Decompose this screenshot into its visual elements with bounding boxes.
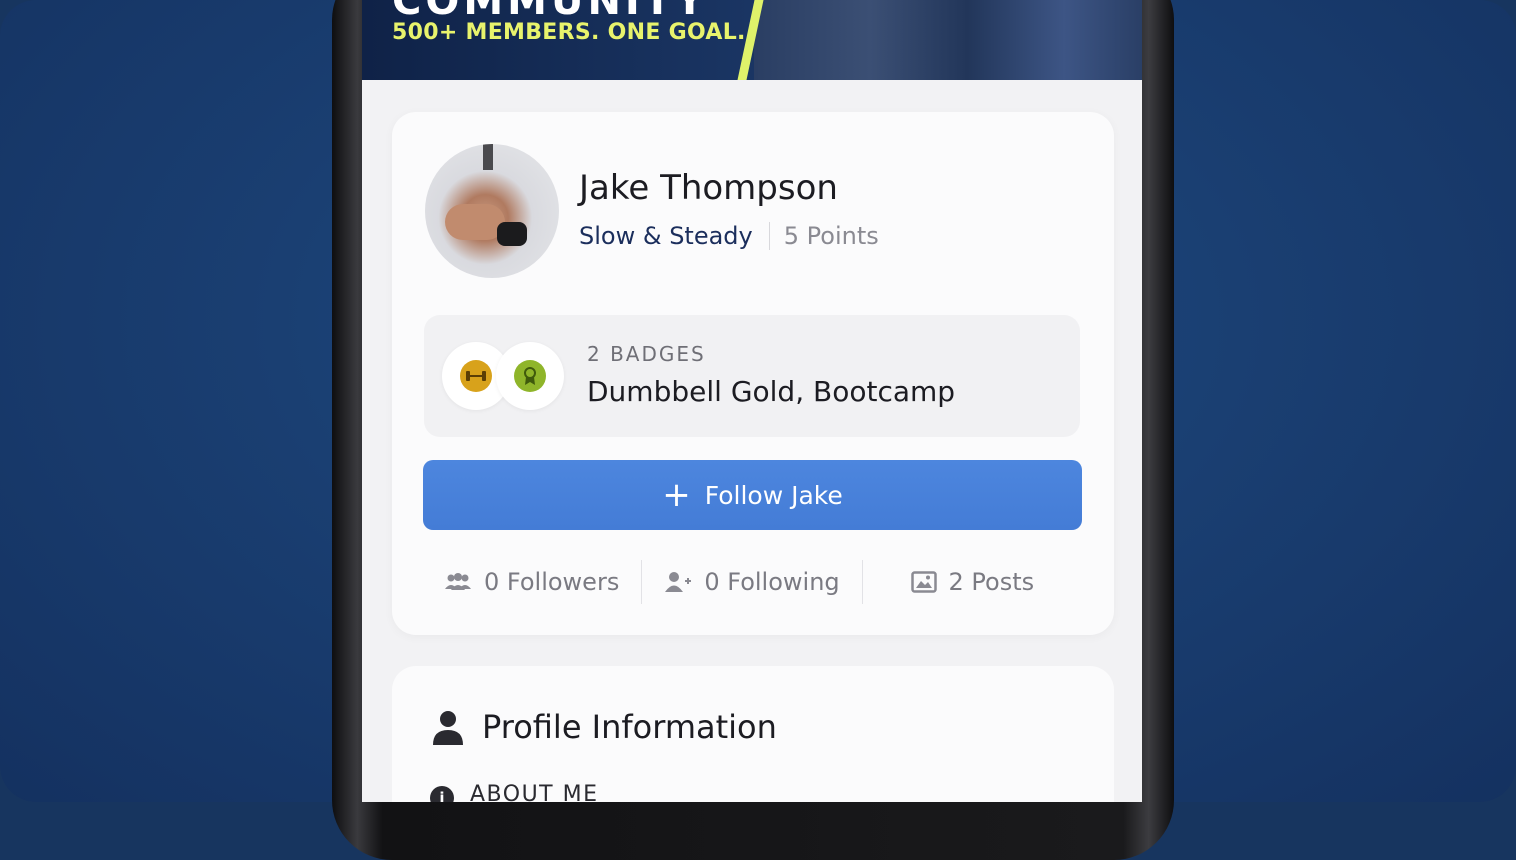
follow-button-label: Follow Jake	[704, 480, 843, 510]
badge-bootcamp	[496, 342, 564, 410]
badges-count: 2 BADGES	[587, 342, 706, 366]
profile-name: Jake Thompson	[579, 168, 838, 208]
info-icon: i	[430, 786, 454, 802]
community-banner: COMMUNITY 500+ MEMBERS. ONE GOAL.	[362, 0, 1142, 80]
following-stat[interactable]: 0 Following	[642, 568, 861, 596]
divider	[768, 222, 770, 250]
section-title: Profile Information	[482, 708, 777, 746]
badges-list: Dumbbell Gold, Bootcamp	[587, 375, 956, 408]
profile-card: Jake Thompson Slow & Steady 5 Points 2 B…	[392, 112, 1114, 635]
followers-stat[interactable]: 0 Followers	[422, 568, 641, 596]
posts-stat[interactable]: 2 Posts	[863, 568, 1082, 596]
posts-count: 2 Posts	[948, 568, 1035, 596]
profile-information-card: Profile Information i ABOUT ME	[392, 666, 1114, 802]
banner-photo	[754, 0, 1142, 80]
about-me-label: ABOUT ME	[470, 782, 599, 802]
user-icon	[433, 711, 463, 745]
followers-count: 0 Followers	[484, 568, 620, 596]
user-plus-icon	[665, 572, 692, 592]
award-ribbon-icon	[514, 360, 546, 392]
rank-label: Slow & Steady	[579, 222, 753, 250]
profile-stats: 0 Followers 0 Following 2 Posts	[422, 542, 1082, 622]
dumbbell-icon	[460, 360, 492, 392]
plus-icon: +	[662, 475, 691, 515]
image-icon	[910, 571, 937, 593]
points-label: 5 Points	[783, 222, 879, 250]
follow-button[interactable]: + Follow Jake	[423, 460, 1082, 530]
badges-panel[interactable]: 2 BADGES Dumbbell Gold, Bootcamp	[424, 315, 1080, 437]
app-screen: COMMUNITY 500+ MEMBERS. ONE GOAL. Jake T…	[362, 0, 1142, 802]
following-count: 0 Following	[704, 568, 840, 596]
avatar[interactable]	[425, 144, 559, 278]
users-icon	[445, 573, 471, 590]
banner-tagline: 500+ MEMBERS. ONE GOAL.	[392, 20, 746, 45]
profile-rank-line: Slow & Steady 5 Points	[579, 222, 879, 250]
